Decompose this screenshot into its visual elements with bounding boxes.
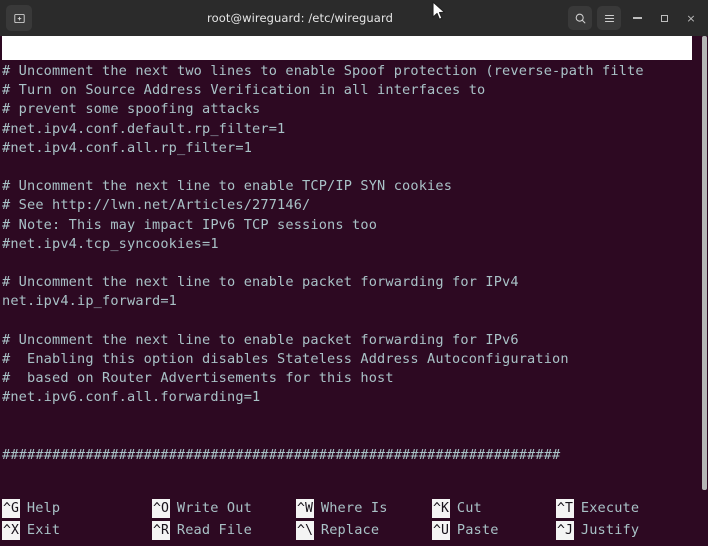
shortcut-label: Replace bbox=[320, 521, 380, 538]
editor-line: # Uncomment the next line to enable pack… bbox=[2, 331, 519, 348]
shortcut-key-badge: ^O bbox=[152, 498, 170, 518]
shortcut-column: ^K Cut ^U Paste bbox=[432, 498, 556, 546]
window-title: root@wireguard: /etc/wireguard bbox=[207, 11, 393, 25]
titlebar-left-controls bbox=[6, 5, 32, 31]
titlebar-right-controls: × bbox=[568, 6, 702, 30]
shortcut-item[interactable]: ^O Write Out bbox=[152, 498, 296, 518]
close-button[interactable]: × bbox=[680, 7, 702, 29]
shortcut-item[interactable]: ^J Justify bbox=[556, 520, 696, 540]
search-icon[interactable] bbox=[568, 6, 592, 30]
editor-line: # based on Router Advertisements for thi… bbox=[2, 370, 394, 386]
editor-line: # Uncomment the next two lines to enable… bbox=[2, 63, 644, 79]
shortcut-column: ^O Write Out ^R Read File bbox=[152, 498, 296, 546]
shortcut-item[interactable]: ^K Cut bbox=[432, 498, 556, 518]
shortcut-key-badge: ^\ bbox=[296, 520, 314, 540]
editor-line: # Turn on Source Address Verification in… bbox=[2, 82, 486, 99]
shortcut-label: Paste bbox=[456, 521, 499, 538]
editor-line: # Uncomment the next line to enable TCP/… bbox=[2, 178, 453, 195]
shortcut-key-badge: ^J bbox=[556, 520, 574, 540]
editor-line: # Uncomment the next line to enable pack… bbox=[2, 274, 519, 291]
shortcut-label: Write Out bbox=[176, 499, 252, 516]
editor-line: #net.ipv6.conf.all.forwarding=1 bbox=[2, 389, 261, 406]
editor-line: #net.ipv4.conf.all.rp_filter=1 bbox=[2, 139, 253, 156]
terminal-new-tab-icon[interactable] bbox=[6, 5, 32, 31]
terminal-window: root@wireguard: /etc/wireguard × GNU nan… bbox=[0, 0, 708, 546]
nano-header-bar: GNU nano 7.2 /etc/sysctl.conf * bbox=[2, 36, 692, 60]
editor-line: # See http://lwn.net/Articles/277146/ bbox=[2, 197, 311, 214]
editor-line: ########################################… bbox=[2, 446, 561, 463]
shortcut-label: Execute bbox=[580, 499, 640, 516]
editor-line: # Note: This may impact IPv6 TCP session… bbox=[2, 216, 378, 233]
shortcut-item[interactable]: ^\ Replace bbox=[296, 520, 432, 540]
editor-line: #net.ipv4.conf.default.rp_filter=1 bbox=[2, 120, 286, 137]
minimize-button[interactable] bbox=[626, 7, 648, 29]
shortcut-item[interactable]: ^W Where Is bbox=[296, 498, 432, 518]
shortcut-label: Read File bbox=[176, 521, 252, 538]
editor-line: net.ipv4.ip_forward=1 bbox=[2, 293, 178, 310]
shortcut-item[interactable]: ^G Help bbox=[2, 498, 152, 518]
shortcut-label: Justify bbox=[580, 521, 640, 538]
nano-shortcut-bar: ^G Help ^X Exit ^O Write Out ^R Read File ^W Wher… bbox=[0, 494, 708, 546]
scrollbar-thumb[interactable] bbox=[702, 36, 707, 490]
vertical-scrollbar[interactable] bbox=[701, 36, 708, 490]
shortcut-key-badge: ^G bbox=[2, 498, 20, 518]
shortcut-column: ^W Where Is ^\ Replace bbox=[296, 498, 432, 546]
shortcut-item[interactable]: ^U Paste bbox=[432, 520, 556, 540]
shortcut-key-badge: ^W bbox=[296, 498, 314, 518]
editor-line: #net.ipv4.tcp_syncookies=1 bbox=[2, 235, 219, 252]
shortcut-key-badge: ^R bbox=[152, 520, 170, 540]
shortcut-label: Cut bbox=[456, 499, 482, 516]
shortcut-key-badge: ^U bbox=[432, 520, 450, 540]
editor-line: # prevent some spoofing attacks bbox=[2, 101, 261, 118]
shortcut-column: ^T Execute ^J Justify bbox=[556, 498, 696, 546]
editor-line: # Enabling this option disables Stateles… bbox=[2, 350, 569, 367]
shortcut-label: Where Is bbox=[320, 499, 388, 516]
shortcut-item[interactable]: ^X Exit bbox=[2, 520, 152, 540]
window-titlebar: root@wireguard: /etc/wireguard × bbox=[0, 0, 708, 36]
shortcut-key-badge: ^X bbox=[2, 520, 20, 540]
editor-text-area[interactable]: # Uncomment the next two lines to enable… bbox=[0, 62, 708, 490]
shortcut-item[interactable]: ^R Read File bbox=[152, 520, 296, 540]
shortcut-label: Help bbox=[26, 499, 61, 516]
hamburger-menu-icon[interactable] bbox=[597, 6, 621, 30]
shortcut-item[interactable]: ^T Execute bbox=[556, 498, 696, 518]
maximize-button[interactable] bbox=[653, 7, 675, 29]
shortcut-column: ^G Help ^X Exit bbox=[0, 498, 152, 546]
shortcut-key-badge: ^K bbox=[432, 498, 450, 518]
shortcut-key-badge: ^T bbox=[556, 498, 574, 518]
shortcut-label: Exit bbox=[26, 521, 61, 538]
